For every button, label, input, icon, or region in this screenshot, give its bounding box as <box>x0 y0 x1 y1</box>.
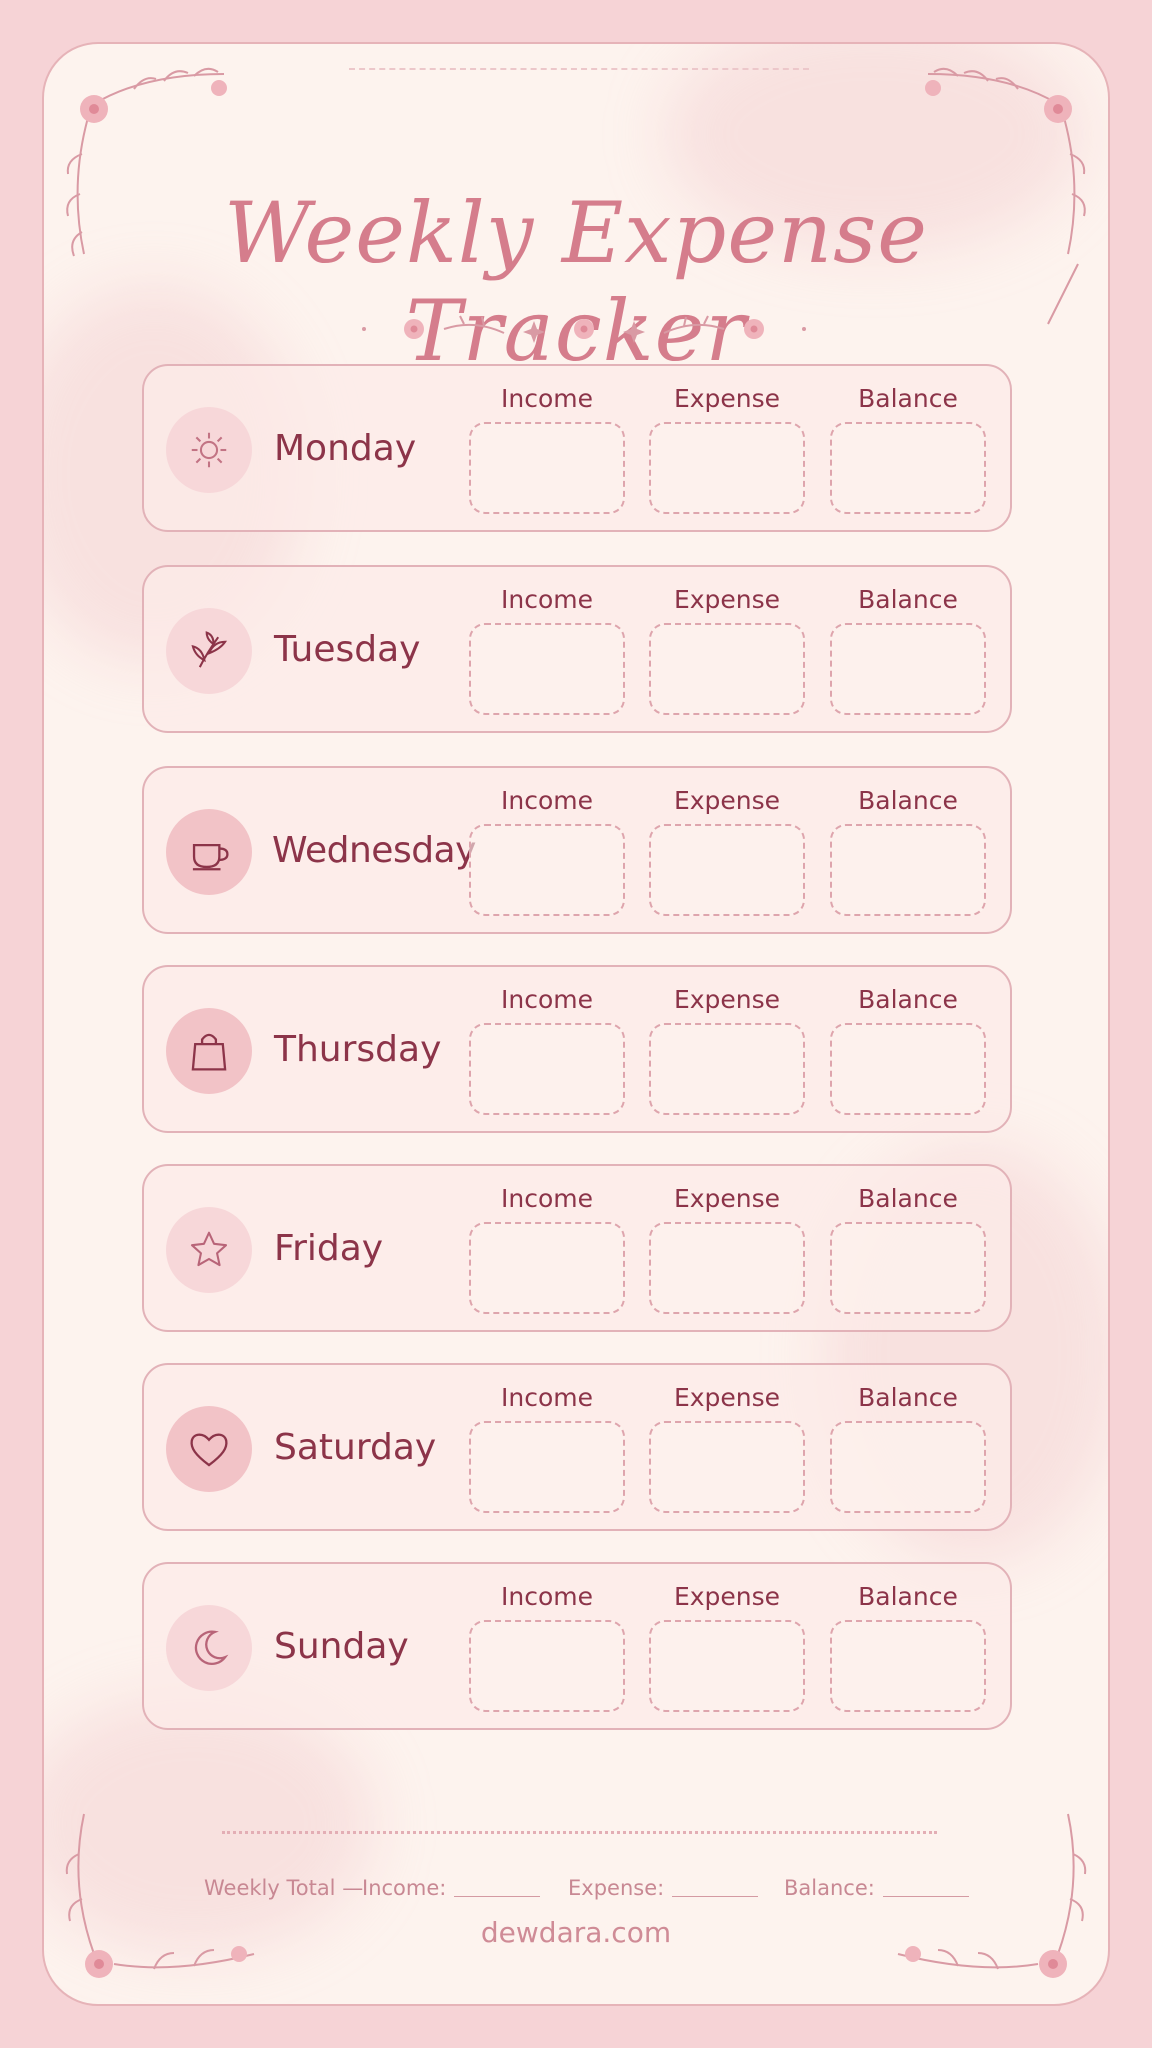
balance-input-box[interactable] <box>830 824 986 916</box>
day-row-saturday: Saturday Income Expense Balance <box>142 1363 1012 1531</box>
day-row-tuesday: Tuesday Income Expense Balance <box>142 565 1012 733</box>
balance-label: Balance <box>858 1383 958 1412</box>
income-label: Income <box>501 1383 593 1412</box>
balance-label: Balance <box>858 585 958 614</box>
balance-label: Balance <box>858 786 958 815</box>
income-input-box[interactable] <box>469 1421 625 1513</box>
footer-site: dewdara.com <box>480 1916 672 1949</box>
balance-label: Balance <box>858 1184 958 1213</box>
income-label: Income <box>501 384 593 413</box>
expense-label: Expense <box>673 1184 781 1213</box>
balance-input-box[interactable] <box>830 1023 986 1115</box>
day-row-friday: Friday Income Expense Balance <box>142 1164 1012 1332</box>
income-label: Income <box>501 985 593 1014</box>
day-icon-badge <box>166 1207 252 1293</box>
day-icon-badge <box>166 407 252 493</box>
day-name: Saturday <box>274 1427 437 1468</box>
expense-input-box[interactable] <box>649 1421 805 1513</box>
weekly-income-label: Income: <box>362 1876 447 1900</box>
income-input-box[interactable] <box>469 1620 625 1712</box>
income-input-box[interactable] <box>469 1222 625 1314</box>
balance-input-box[interactable] <box>830 1421 986 1513</box>
day-icon-badge <box>166 809 252 895</box>
expense-label: Expense <box>673 1383 781 1412</box>
income-input-box[interactable] <box>469 623 625 715</box>
day-name: Sunday <box>274 1626 409 1667</box>
income-label: Income <box>501 1184 593 1213</box>
expense-input-box[interactable] <box>649 623 805 715</box>
expense-input-box[interactable] <box>649 1620 805 1712</box>
sun-icon <box>191 432 227 468</box>
income-input-box[interactable] <box>469 1023 625 1115</box>
expense-input-box[interactable] <box>649 1023 805 1115</box>
bottom-dotted-line <box>222 1831 937 1834</box>
heart-icon <box>190 1433 228 1467</box>
weekly-balance-label: Balance: <box>784 1876 875 1900</box>
day-name: Monday <box>274 428 417 469</box>
balance-label: Balance <box>858 985 958 1014</box>
weekly-balance-field[interactable]: Balance: <box>784 1876 969 1900</box>
floral-corner-bottom-right-icon <box>897 1813 1087 1978</box>
expense-input-box[interactable] <box>649 1222 805 1314</box>
day-name: Thursday <box>274 1029 442 1070</box>
expense-label: Expense <box>673 384 781 413</box>
weekly-total-label: Weekly Total — <box>204 1876 364 1900</box>
day-row-monday: Monday Income Expense Balance <box>142 364 1012 532</box>
top-dashed-line <box>349 68 809 70</box>
expense-label: Expense <box>673 985 781 1014</box>
income-label: Income <box>501 1582 593 1611</box>
balance-input-box[interactable] <box>830 623 986 715</box>
shopping-bag-icon <box>191 1033 227 1071</box>
day-icon-badge <box>166 1605 252 1691</box>
income-label: Income <box>501 786 593 815</box>
expense-input-box[interactable] <box>649 422 805 514</box>
day-row-thursday: Thursday Income Expense Balance <box>142 965 1012 1133</box>
income-input-box[interactable] <box>469 422 625 514</box>
day-icon-badge <box>166 1406 252 1492</box>
day-icon-badge <box>166 608 252 694</box>
balance-label: Balance <box>858 1582 958 1611</box>
moon-icon <box>194 1630 229 1665</box>
balance-input-box[interactable] <box>830 1620 986 1712</box>
day-row-sunday: Sunday Income Expense Balance <box>142 1562 1012 1730</box>
balance-input-box[interactable] <box>830 422 986 514</box>
expense-label: Expense <box>673 1582 781 1611</box>
expense-label: Expense <box>673 786 781 815</box>
day-name: Friday <box>274 1228 384 1269</box>
page-title: Weekly Expense Tracker <box>224 184 928 380</box>
tracker-card: Weekly Expense Tracker Monday Income Expen… <box>42 42 1110 2006</box>
coffee-cup-icon <box>192 843 229 871</box>
star-icon <box>190 1231 228 1267</box>
expense-input-box[interactable] <box>649 824 805 916</box>
day-icon-badge <box>166 1008 252 1094</box>
floral-corner-bottom-left-icon <box>65 1813 255 1978</box>
day-row-wednesday: Wednesday Income Expense Balance <box>142 766 1012 934</box>
weekly-income-field[interactable]: Income: <box>362 1876 541 1900</box>
leaf-sprig-icon <box>191 631 228 668</box>
weekly-expense-field[interactable]: Expense: <box>568 1876 759 1900</box>
balance-input-box[interactable] <box>830 1222 986 1314</box>
income-label: Income <box>501 585 593 614</box>
day-name: Tuesday <box>274 629 421 670</box>
income-input-box[interactable] <box>469 824 625 916</box>
floral-divider-icon <box>362 315 806 343</box>
expense-label: Expense <box>673 585 781 614</box>
day-name: Wednesday <box>272 830 476 871</box>
balance-label: Balance <box>858 384 958 413</box>
weekly-expense-label: Expense: <box>568 1876 665 1900</box>
